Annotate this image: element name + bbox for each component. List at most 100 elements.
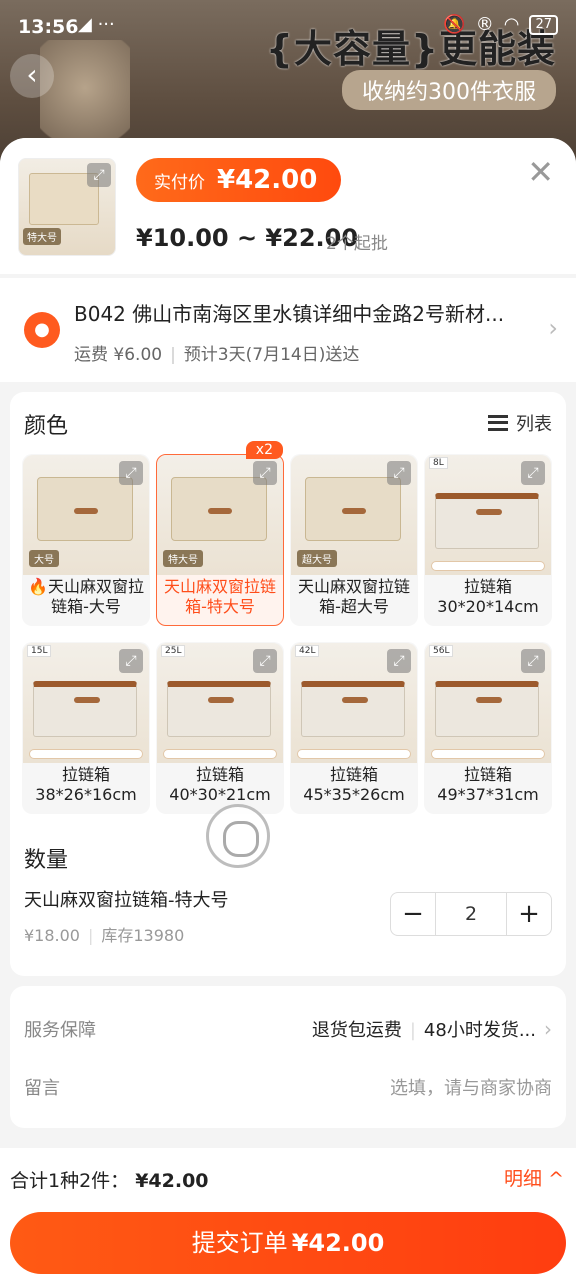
storage-box-image	[37, 477, 133, 541]
color-option[interactable]: 大号 ⤢ 🔥天山麻双窗拉链箱-大号	[22, 454, 150, 626]
sheet-header: 特大号 ⤢ 实付价 ¥42.00 ¥10.00 ~ ¥22.00 2个起批 ✕	[0, 138, 576, 274]
shipping-info: 运费 ¥6.00 | 预计3天(7月14日)送达	[74, 345, 360, 365]
battery-icon: 27	[529, 14, 558, 35]
size-tag: 特大号	[163, 550, 203, 567]
options-card: 颜色 列表 大号 ⤢ 🔥天山麻双窗拉链箱-大号 特大号 ⤢ x2 天山麻双窗拉链箱-特大号超…	[10, 392, 566, 976]
option-name-text: 拉链箱 30*20*14cm	[437, 577, 539, 616]
capacity-note	[431, 561, 545, 571]
expand-icon[interactable]: ⤢	[387, 461, 411, 485]
thumb-size-tag: 特大号	[23, 228, 61, 245]
expand-icon[interactable]: ⤢	[253, 649, 277, 673]
color-option[interactable]: 超大号 ⤢ 天山麻双窗拉链箱-超大号	[290, 454, 418, 626]
quantity-stepper: − 2 +	[390, 892, 552, 936]
pay-price-value: ¥42.00	[217, 165, 318, 195]
storage-box-image	[435, 681, 539, 737]
floating-assistant-ball[interactable]	[206, 804, 270, 868]
storage-box-image	[301, 681, 405, 737]
message-input[interactable]: 选填，请与商家协商	[390, 1074, 552, 1100]
list-view-toggle[interactable]: 列表	[488, 410, 552, 436]
volume-tag: 25L	[161, 645, 186, 657]
list-icon	[488, 415, 508, 431]
registered-icon: ®	[475, 14, 494, 35]
submit-price: ¥42.00	[291, 1229, 385, 1257]
chevron-right-icon: ›	[544, 1017, 552, 1041]
system-icons: 🔕 ® ◠ 27	[443, 14, 558, 35]
option-name: 天山麻双窗拉链箱-特大号	[157, 577, 283, 617]
option-name: 拉链箱 30*20*14cm	[425, 577, 551, 617]
quantity-section-title: 数量	[24, 848, 69, 873]
expand-icon[interactable]: ⤢	[119, 649, 143, 673]
capacity-note	[29, 749, 143, 759]
service-values: 退货包运费 | 48小时发货...	[311, 1020, 536, 1041]
capacity-note	[163, 749, 277, 759]
message-row[interactable]: 留言 选填，请与商家协商	[24, 1072, 552, 1102]
submit-order-button[interactable]: 提交订单 ¥42.00	[10, 1212, 566, 1274]
storage-box-image	[171, 477, 267, 541]
volume-tag: 8L	[429, 457, 448, 469]
stock-count: 库存13980	[101, 926, 185, 945]
pay-price-label: 实付价	[154, 172, 205, 193]
order-total: 合计1种2件： ¥42.00	[10, 1166, 209, 1193]
option-name-text: 天山麻双窗拉链箱-特大号	[163, 577, 276, 616]
expand-icon[interactable]: ⤢	[521, 649, 545, 673]
submit-label: 提交订单	[191, 1229, 288, 1257]
wifi-icon: ◠	[503, 14, 520, 35]
option-name: 天山麻双窗拉链箱-超大号	[291, 577, 417, 617]
background-subheadline: 收纳约300件衣服	[342, 70, 556, 110]
color-option[interactable]: 25L ⤢ 拉链箱 40*30*21cm	[156, 642, 284, 814]
service-label: 服务保障	[24, 1020, 96, 1041]
quantity-value[interactable]: 2	[435, 893, 507, 935]
option-name: 拉链箱 38*26*16cm	[23, 765, 149, 805]
storage-box-image	[305, 477, 401, 541]
status-time: 13:56	[18, 16, 79, 38]
option-name: 🔥天山麻双窗拉链箱-大号	[23, 577, 149, 617]
option-name-text: 天山麻双窗拉链箱-超大号	[297, 577, 410, 616]
pay-price-pill: 实付价 ¥42.00	[136, 158, 342, 202]
color-option[interactable]: 15L ⤢ 拉链箱 38*26*16cm	[22, 642, 150, 814]
list-toggle-label: 列表	[516, 414, 552, 435]
sku-selection-sheet: 特大号 ⤢ 实付价 ¥42.00 ¥10.00 ~ ¥22.00 2个起批 ✕ …	[0, 138, 576, 1280]
close-icon[interactable]: ✕	[527, 156, 554, 188]
expand-icon[interactable]: ⤢	[87, 163, 111, 187]
unit-price: ¥18.00	[24, 926, 80, 945]
address-line: B042 佛山市南海区里水镇详细中金路2号新材...	[74, 302, 505, 326]
expand-icon[interactable]: ⤢	[521, 461, 545, 485]
color-option[interactable]: 特大号 ⤢ x2 天山麻双窗拉链箱-特大号	[156, 441, 284, 626]
delivery-eta: 预计3天(7月14日)送达	[183, 345, 360, 365]
size-tag: 大号	[29, 550, 59, 567]
shipping-address[interactable]: ● B042 佛山市南海区里水镇详细中金路2号新材... 运费 ¥6.00 | 预计…	[0, 278, 576, 382]
fire-icon: 🔥	[28, 577, 48, 596]
decrease-button[interactable]: −	[391, 893, 435, 935]
option-name: 拉链箱 40*30*21cm	[157, 765, 283, 805]
total-label: 合计1种2件：	[10, 1170, 130, 1192]
option-name-text: 拉链箱 45*35*26cm	[303, 765, 405, 804]
option-name: 拉链箱 45*35*26cm	[291, 765, 417, 805]
expand-icon[interactable]: ⤢	[253, 461, 277, 485]
total-amount: ¥42.00	[135, 1170, 209, 1192]
increase-button[interactable]: +	[507, 893, 551, 935]
option-name: 拉链箱 49*37*31cm	[425, 765, 551, 805]
color-option[interactable]: 8L ⤢ 拉链箱 30*20*14cm	[424, 454, 552, 626]
price-range: ¥10.00 ~ ¥22.00	[136, 224, 359, 252]
color-options-grid: 大号 ⤢ 🔥天山麻双窗拉链箱-大号 特大号 ⤢ x2 天山麻双窗拉链箱-特大号 超大号 ⤢ 天山麻…	[22, 441, 556, 814]
color-option[interactable]: 42L ⤢ 拉链箱 45*35*26cm	[290, 642, 418, 814]
expand-icon[interactable]: ⤢	[119, 461, 143, 485]
color-option[interactable]: 56L ⤢ 拉链箱 49*37*31cm	[424, 642, 552, 814]
size-tag: 超大号	[297, 550, 337, 567]
volume-tag: 15L	[27, 645, 52, 657]
quantity-badge: x2	[245, 441, 283, 459]
status-bar: 13:56 ◢ ··· 🔕 ® ◠ 27	[0, 0, 576, 54]
message-label: 留言	[24, 1078, 60, 1099]
option-name-text: 天山麻双窗拉链箱-大号	[47, 577, 144, 616]
back-button[interactable]: ‹	[10, 54, 54, 98]
mute-icon: 🔕	[443, 14, 466, 35]
service-guarantee-row[interactable]: 服务保障 退货包运费 | 48小时发货... ›	[24, 1014, 552, 1044]
capacity-note	[297, 749, 411, 759]
product-thumbnail[interactable]: 特大号 ⤢	[18, 158, 116, 256]
storage-box-image	[167, 681, 271, 737]
capacity-note	[431, 749, 545, 759]
volume-tag: 56L	[429, 645, 454, 657]
expand-icon[interactable]: ⤢	[387, 649, 411, 673]
quantity-item-name: 天山麻双窗拉链箱-特大号	[24, 890, 229, 911]
detail-toggle[interactable]: 明细 ^	[504, 1164, 564, 1191]
